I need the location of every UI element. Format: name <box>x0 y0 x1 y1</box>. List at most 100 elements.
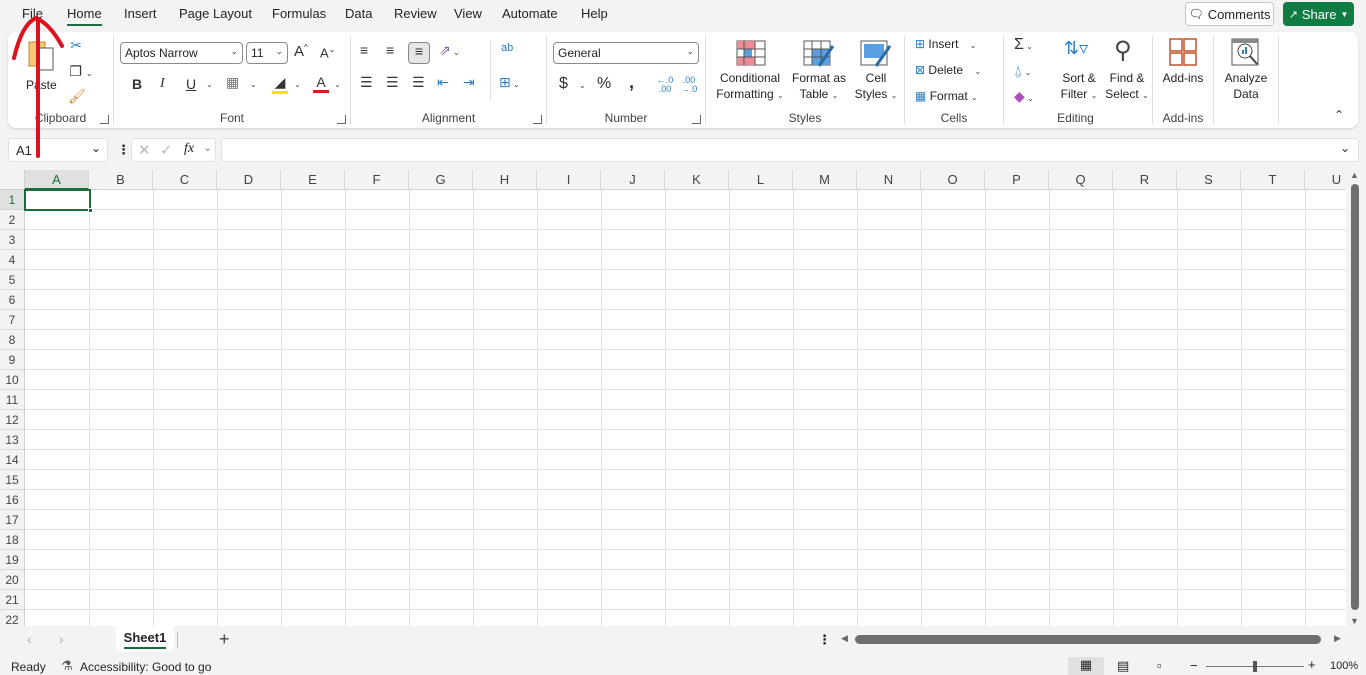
page-layout-view-button[interactable]: ▤ <box>1117 658 1129 674</box>
increase-decimal-icon[interactable]: ←.0.00 <box>655 76 675 94</box>
borders-icon[interactable]: ▦ <box>226 74 239 91</box>
zoom-out-button[interactable]: − <box>1190 658 1198 673</box>
currency-dropdown-icon[interactable]: ⌄ <box>579 81 586 90</box>
analyze-data-button[interactable]: Analyze Data <box>1220 38 1272 104</box>
scroll-down-icon[interactable]: ▼ <box>1350 616 1359 626</box>
clipboard-dialog-launcher[interactable] <box>100 115 109 124</box>
italic-button[interactable]: I <box>160 76 165 92</box>
comma-button[interactable]: , <box>629 72 634 93</box>
row-header-5[interactable]: 5 <box>0 270 25 290</box>
decrease-decimal-icon[interactable]: .00 →.0 <box>679 76 699 94</box>
insert-cells-button[interactable]: ⊞ Insert ⌄ <box>915 37 999 55</box>
decrease-indent-icon[interactable]: ⇤ <box>437 74 449 91</box>
alignment-dialog-launcher[interactable] <box>533 115 542 124</box>
column-header-n[interactable]: N <box>857 170 921 190</box>
column-header-b[interactable]: B <box>89 170 153 190</box>
spreadsheet-grid[interactable]: ABCDEFGHIJKLMNOPQRSTU 1 2 3 4 5 6 7 8 9 10 11 12 13 1… <box>0 170 1346 626</box>
selected-cell[interactable] <box>24 189 93 213</box>
tab-help[interactable]: Help <box>581 6 608 21</box>
tab-data[interactable]: Data <box>345 6 372 21</box>
autosum-icon[interactable]: Σ ⌄ <box>1014 36 1033 54</box>
enter-icon[interactable]: ✓ <box>160 141 173 159</box>
align-center-icon[interactable]: ☰ <box>386 74 399 91</box>
collapse-ribbon-icon[interactable]: ⌃ <box>1334 108 1344 122</box>
scroll-up-icon[interactable]: ▲ <box>1350 170 1359 180</box>
comments-button[interactable]: 🗨 Comments <box>1185 2 1274 26</box>
zoom-level[interactable]: 100% <box>1330 660 1358 672</box>
row-header-12[interactable]: 12 <box>0 410 25 430</box>
page-break-view-button[interactable]: ▫ <box>1157 658 1162 673</box>
column-header-e[interactable]: E <box>281 170 345 190</box>
percent-button[interactable]: % <box>597 75 611 93</box>
format-cells-button[interactable]: ▦ Format ⌄ <box>915 89 999 107</box>
column-header-f[interactable]: F <box>345 170 409 190</box>
row-header-8[interactable]: 8 <box>0 330 25 350</box>
delete-cells-button[interactable]: ⊠ Delete ⌄ <box>915 63 999 81</box>
column-header-i[interactable]: I <box>537 170 601 190</box>
column-header-j[interactable]: J <box>601 170 665 190</box>
paste-button[interactable]: Paste <box>22 38 60 102</box>
row-header-10[interactable]: 10 <box>0 370 25 390</box>
more-options-icon[interactable]: ⋮ <box>818 632 831 648</box>
more-options-icon[interactable]: ⋮ <box>117 142 130 158</box>
decrease-font-size-icon[interactable]: A⌄ <box>320 45 335 60</box>
font-color-dropdown-icon[interactable]: ⌄ <box>334 80 341 89</box>
accessibility-status[interactable]: Accessibility: Good to go <box>80 660 211 674</box>
scroll-right-icon[interactable]: ▶ <box>1334 633 1341 644</box>
tab-review[interactable]: Review <box>394 6 437 21</box>
fill-color-icon[interactable]: ◢ <box>272 74 288 94</box>
column-header-q[interactable]: Q <box>1049 170 1113 190</box>
tab-file[interactable]: File <box>22 6 43 21</box>
row-header-21[interactable]: 21 <box>0 590 25 610</box>
fill-icon[interactable]: ⍙ ⌄ <box>1014 62 1031 79</box>
bottom-align-icon[interactable]: ≡ <box>408 42 430 64</box>
column-header-c[interactable]: C <box>153 170 217 190</box>
row-header-7[interactable]: 7 <box>0 310 25 330</box>
cancel-icon[interactable]: ✕ <box>138 141 151 159</box>
font-name-dropdown[interactable]: Aptos Narrow ⌄ <box>120 42 243 64</box>
tab-view[interactable]: View <box>454 6 482 21</box>
addins-button[interactable]: Add-ins <box>1157 38 1209 98</box>
fill-color-dropdown-icon[interactable]: ⌄ <box>294 80 301 89</box>
tab-insert[interactable]: Insert <box>124 6 157 21</box>
clear-icon[interactable]: ◆ ⌄ <box>1014 88 1034 105</box>
underline-dropdown-icon[interactable]: ⌄ <box>206 80 213 89</box>
row-header-9[interactable]: 9 <box>0 350 25 370</box>
formula-input[interactable]: ⌄ <box>221 138 1359 162</box>
row-header-14[interactable]: 14 <box>0 450 25 470</box>
expand-formula-bar-icon[interactable]: ⌄ <box>1340 141 1350 155</box>
font-size-dropdown[interactable]: 11 ⌄ <box>246 42 288 64</box>
column-header-d[interactable]: D <box>217 170 281 190</box>
row-header-20[interactable]: 20 <box>0 570 25 590</box>
font-dialog-launcher[interactable] <box>337 115 346 124</box>
borders-dropdown-icon[interactable]: ⌄ <box>250 80 257 89</box>
column-header-l[interactable]: L <box>729 170 793 190</box>
bold-button[interactable]: B <box>132 76 142 92</box>
select-all-corner[interactable] <box>0 170 25 190</box>
cell-styles-button[interactable]: Cell Styles ⌄ <box>852 38 900 104</box>
align-left-icon[interactable]: ☰ <box>360 74 373 91</box>
row-header-1[interactable]: 1 <box>0 190 25 210</box>
top-align-icon[interactable]: ≡ <box>360 42 368 58</box>
vertical-scrollbar[interactable]: ▲ ▼ <box>1348 170 1362 626</box>
align-right-icon[interactable]: ☰ <box>412 74 425 91</box>
format-as-table-button[interactable]: Format as Table ⌄ <box>790 38 848 104</box>
column-header-k[interactable]: K <box>665 170 729 190</box>
name-box[interactable]: A1 ⌄ <box>8 138 108 162</box>
chevron-down-icon[interactable]: ⌄ <box>91 141 101 155</box>
tab-formulas[interactable]: Formulas <box>272 6 326 21</box>
next-sheet-icon[interactable]: › <box>59 631 64 647</box>
row-header-4[interactable]: 4 <box>0 250 25 270</box>
middle-align-icon[interactable]: ≡ <box>386 42 394 58</box>
row-header-19[interactable]: 19 <box>0 550 25 570</box>
row-header-22[interactable]: 22 <box>0 610 25 626</box>
row-header-16[interactable]: 16 <box>0 490 25 510</box>
prev-sheet-icon[interactable]: ‹ <box>27 631 32 647</box>
merge-center-icon[interactable]: ⊞ ⌄ <box>499 74 520 91</box>
orientation-icon[interactable]: ⇗ ⌄ <box>439 42 460 59</box>
column-header-t[interactable]: T <box>1241 170 1305 190</box>
column-header-m[interactable]: M <box>793 170 857 190</box>
column-header-s[interactable]: S <box>1177 170 1241 190</box>
row-header-17[interactable]: 17 <box>0 510 25 530</box>
wrap-text-icon[interactable]: ab <box>501 42 513 54</box>
